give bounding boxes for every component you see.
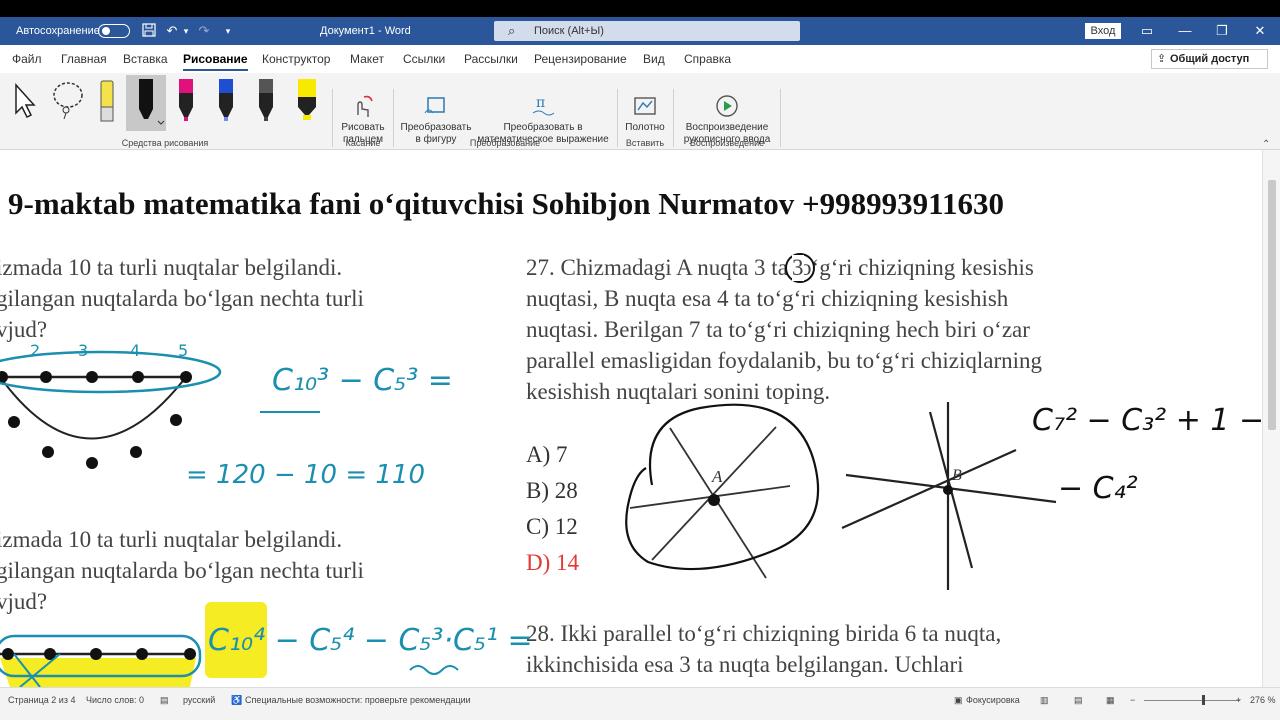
diagram-number: 5: [178, 341, 188, 360]
pointer-icon: [15, 83, 36, 119]
tab-draw[interactable]: Рисование: [183, 52, 248, 71]
zoom-slider-thumb[interactable]: [1202, 695, 1205, 705]
finger-draw-icon: [357, 95, 373, 117]
document-page[interactable]: 9-maktab matematika fani o‘qituvchisi So…: [0, 150, 1262, 687]
canvas-label: Полотно: [625, 122, 665, 133]
figure-a: [625, 403, 820, 579]
undo-dropdown-icon[interactable]: ▾: [178, 23, 194, 39]
group-label-replay: Воспроизведение: [689, 138, 765, 148]
accessibility-icon: ♿: [231, 695, 243, 705]
autosave-toggle[interactable]: [98, 24, 130, 38]
replay-icon: [716, 95, 738, 117]
canvas-button[interactable]: Полотно: [622, 93, 668, 134]
customize-toolbar-icon[interactable]: ▾: [220, 23, 236, 39]
ink-left-result: = 120 − 10 = 110: [186, 460, 425, 490]
tab-home[interactable]: Главная: [61, 52, 107, 66]
group-label-touch: Касание: [345, 138, 381, 148]
select-tool[interactable]: [10, 77, 40, 125]
zoom-in-icon[interactable]: +: [1236, 695, 1241, 705]
pen-icon: [219, 79, 233, 121]
document-title: Документ1 - Word: [320, 25, 411, 37]
tab-view[interactable]: Вид: [643, 52, 665, 66]
search-icon: ⌕: [508, 23, 516, 38]
diagram-number: 3: [78, 341, 88, 360]
diagram-number: 4: [130, 341, 140, 360]
status-focus[interactable]: Фокусировка: [966, 695, 1020, 705]
read-mode-icon[interactable]: ▥: [1040, 695, 1049, 706]
status-accessibility[interactable]: Специальные возможности: проверьте реком…: [245, 695, 471, 705]
signin-button[interactable]: Вход: [1085, 23, 1121, 39]
focus-icon: ▣: [954, 695, 963, 705]
svg-text:π: π: [536, 95, 545, 111]
pen-yellow[interactable]: [96, 77, 118, 125]
vertical-scrollbar[interactable]: [1262, 150, 1280, 687]
figure-label-b: B: [952, 467, 962, 484]
diagram-number: 2: [30, 341, 40, 360]
title-bar: Автосохранение ↶ ▾ ↷ ▾ Документ1 - Word …: [0, 17, 1280, 45]
web-layout-icon[interactable]: ▦: [1106, 695, 1115, 706]
canvas-icon: [634, 97, 656, 115]
tab-insert[interactable]: Вставка: [123, 52, 168, 66]
status-zoom[interactable]: 276 %: [1250, 695, 1276, 705]
pen-galaxy[interactable]: [214, 77, 238, 125]
shape-convert-icon: [424, 97, 445, 114]
zoom-slider[interactable]: [1144, 700, 1240, 701]
close-icon[interactable]: ✕: [1249, 20, 1271, 42]
ribbon-tabs: Файл Главная Вставка Рисование Конструкт…: [0, 45, 1280, 73]
pen-black-selected[interactable]: [126, 75, 166, 131]
tab-layout[interactable]: Макет: [350, 52, 384, 66]
ink-right-formula-1: C₇² − C₃² + 1 −: [1032, 403, 1262, 438]
share-button[interactable]: Общий доступ: [1151, 49, 1268, 69]
scrollbar-thumb[interactable]: [1268, 180, 1276, 430]
tab-review[interactable]: Рецензирование: [534, 52, 627, 66]
proofing-icon[interactable]: ▤: [160, 695, 169, 706]
lasso-icon: [53, 82, 83, 120]
status-page[interactable]: Страница 2 из 4: [8, 695, 75, 705]
ink-overlay: 2 3 4 5 C₁₀³ − C₅³ = = 120 − 10 = 110 C₁…: [0, 253, 1262, 687]
ink-left-formula: C₁₀³ − C₅³ =: [272, 363, 453, 398]
ink-right-formula-2: − C₄²: [1058, 471, 1138, 506]
pen-icon: [100, 80, 114, 122]
lasso-select-tool[interactable]: [48, 77, 88, 125]
restore-icon[interactable]: ❐: [1211, 20, 1233, 42]
group-label-insert: Вставить: [625, 138, 665, 148]
print-layout-icon[interactable]: ▤: [1074, 695, 1083, 706]
autosave-label: Автосохранение: [16, 25, 100, 37]
zoom-out-icon[interactable]: −: [1130, 695, 1135, 705]
tab-help[interactable]: Справка: [684, 52, 731, 66]
collapse-ribbon-icon[interactable]: ⌃: [1262, 139, 1270, 150]
search-placeholder: Поиск (Alt+Ы): [534, 25, 604, 37]
ink-circled-number: 3: [792, 255, 804, 281]
save-icon[interactable]: [141, 23, 157, 39]
points-diagram-bottom: [0, 634, 202, 687]
pen-icon: [259, 79, 273, 121]
figure-b: [841, 402, 1057, 590]
status-words[interactable]: Число слов: 0: [86, 695, 144, 705]
highlighter-yellow[interactable]: [294, 77, 320, 125]
highlighter-icon: [298, 79, 316, 120]
tab-design[interactable]: Конструктор: [262, 52, 330, 66]
redo-icon[interactable]: ↷: [196, 23, 212, 39]
figure-label-a: A: [711, 467, 723, 486]
ink-bottom-formula: C₁₀⁴ − C₅⁴ − C₅³·C₅¹ =: [208, 623, 533, 658]
points-diagram-top: [0, 350, 222, 469]
search-box[interactable]: ⌕ Поиск (Alt+Ы): [494, 21, 800, 41]
ribbon-display-icon[interactable]: ▭: [1136, 20, 1158, 42]
tab-references[interactable]: Ссылки: [403, 52, 445, 66]
minimize-icon[interactable]: —: [1174, 20, 1196, 42]
pen-pink[interactable]: [174, 77, 198, 125]
ribbon: Средства рисования Рисовать пальцем Каса…: [0, 73, 1280, 150]
status-language[interactable]: русский: [183, 695, 215, 705]
pen-icon: [179, 79, 193, 121]
group-label-convert: Преобразование: [469, 138, 541, 148]
tab-file[interactable]: Файл: [12, 52, 42, 66]
group-label-drawing-tools: Средства рисования: [121, 138, 209, 148]
word-window: Автосохранение ↶ ▾ ↷ ▾ Документ1 - Word …: [0, 17, 1280, 720]
tab-mailings[interactable]: Рассылки: [464, 52, 518, 66]
status-bar: Страница 2 из 4 Число слов: 0 ▤ русский …: [0, 687, 1280, 720]
pen-gray[interactable]: [254, 77, 278, 125]
pen-icon: [139, 79, 165, 125]
math-convert-icon: π: [532, 95, 555, 116]
